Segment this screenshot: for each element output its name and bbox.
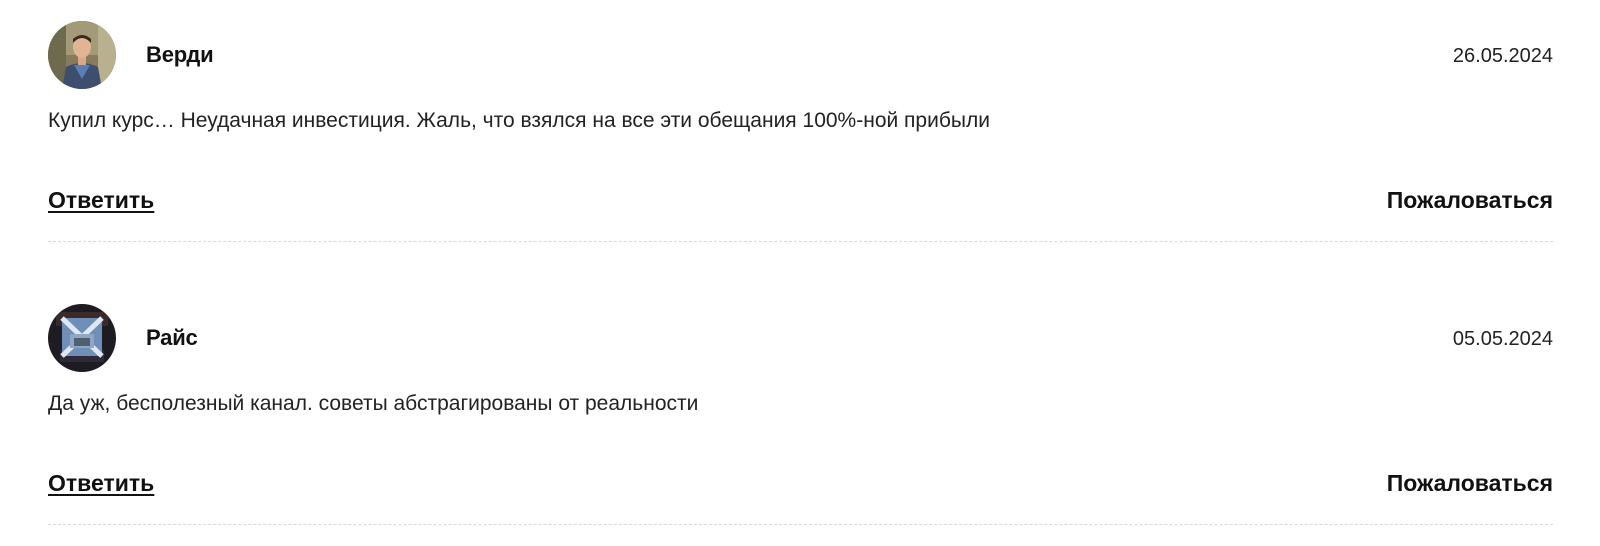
comment-author: Верди	[146, 42, 214, 67]
complain-link[interactable]: Пожаловаться	[1387, 470, 1553, 497]
avatar[interactable]	[48, 21, 116, 89]
comment-date: 26.05.2024	[1452, 45, 1553, 67]
comment-author: Райс	[146, 325, 198, 350]
comment-item: Райс 05.05.2024 Да уж, бесполезный канал…	[48, 303, 1553, 543]
comment-text: Да уж, бесполезный канал. советы абстраг…	[48, 392, 699, 415]
divider	[48, 241, 1553, 242]
avatar-emblem-icon	[48, 304, 116, 372]
reply-link[interactable]: Ответить	[48, 187, 154, 214]
reply-link[interactable]: Ответить	[48, 470, 154, 497]
comment-item: Верди 26.05.2024 Купил курс… Неудачная и…	[48, 20, 1553, 260]
complain-link[interactable]: Пожаловаться	[1387, 187, 1553, 214]
comment-text: Купил курс… Неудачная инвестиция. Жаль, …	[48, 109, 990, 132]
comment-date: 05.05.2024	[1452, 328, 1553, 350]
divider	[48, 524, 1553, 525]
comments-list: Верди 26.05.2024 Купил курс… Неудачная и…	[0, 0, 1600, 546]
avatar[interactable]	[48, 304, 116, 372]
avatar-photo-icon	[48, 21, 116, 89]
